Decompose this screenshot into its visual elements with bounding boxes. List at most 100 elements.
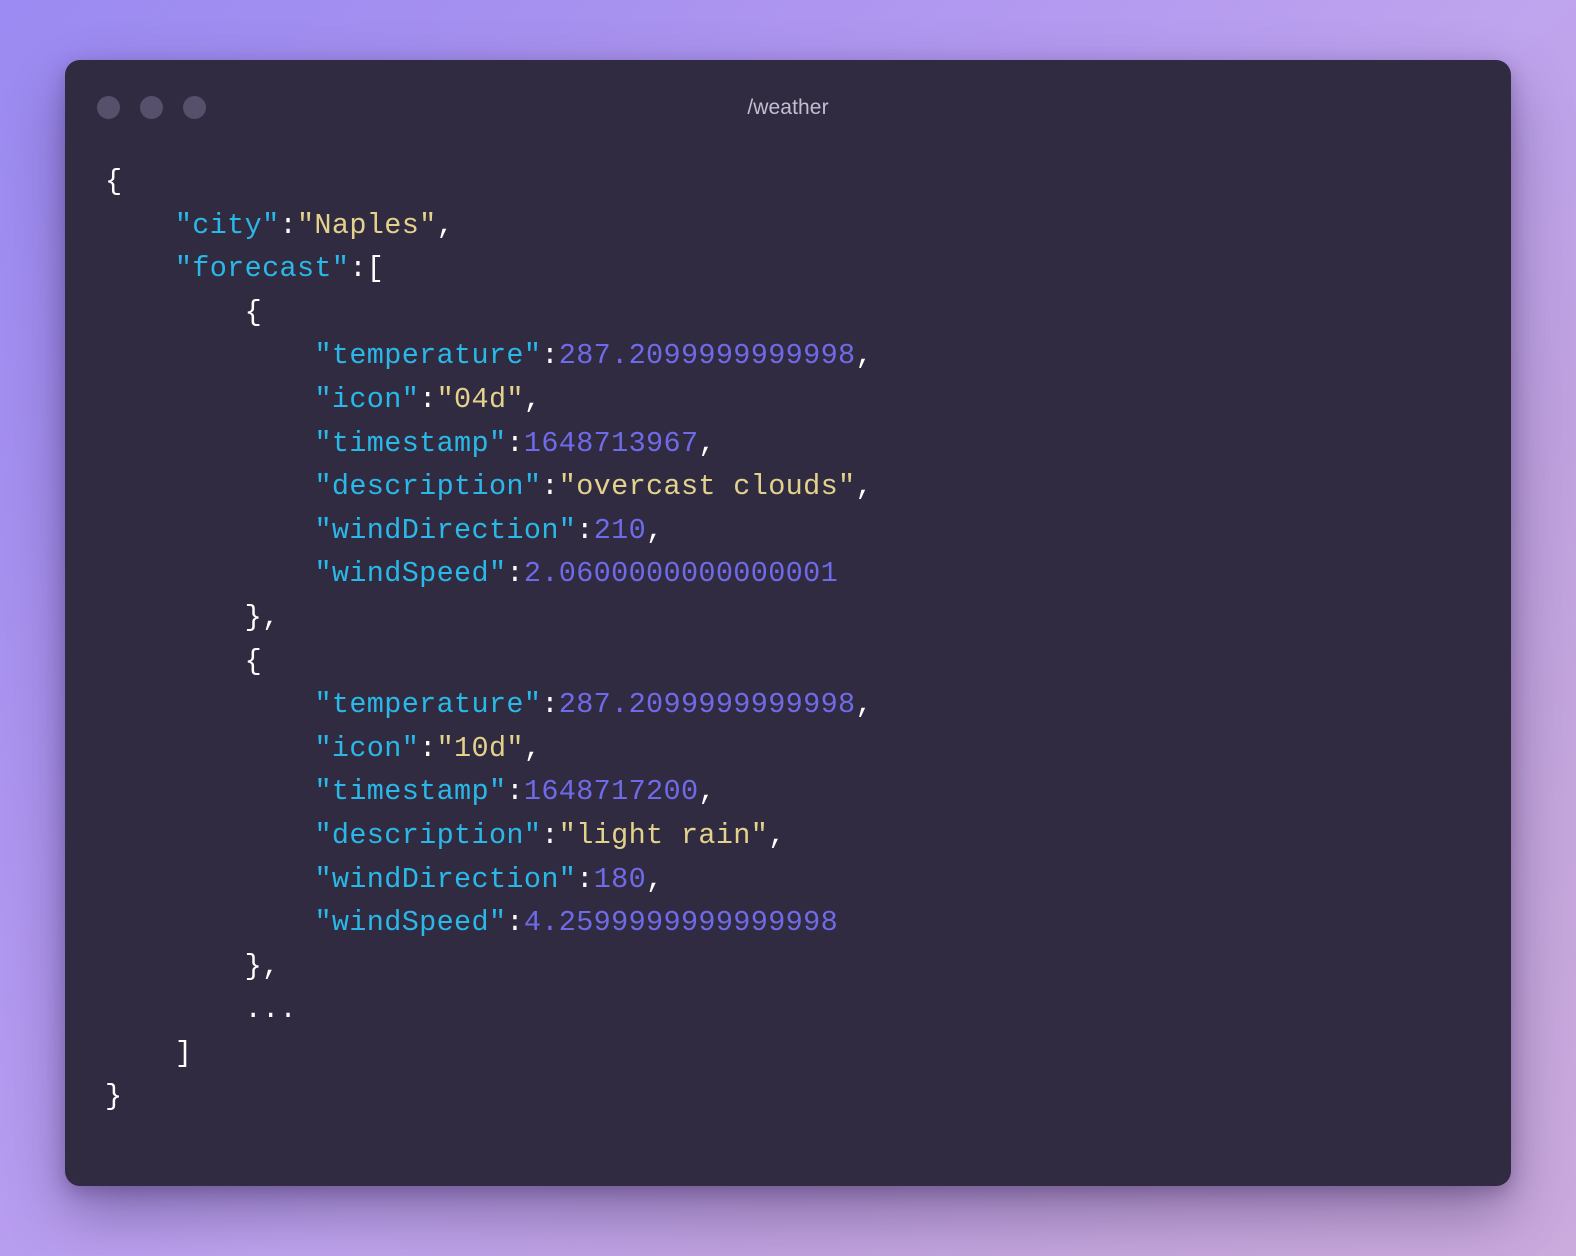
- code-token-key: "windDirection": [314, 513, 577, 547]
- code-line: },: [105, 596, 1511, 640]
- code-line: "description":"overcast clouds",: [105, 465, 1511, 509]
- code-line: "timestamp":1648717200,: [105, 770, 1511, 814]
- code-token-key: "temperature": [314, 339, 542, 373]
- code-line: {: [105, 291, 1511, 335]
- code-token-punc: {: [244, 295, 263, 329]
- code-token-key: "city": [174, 208, 280, 242]
- code-token-punc: ,: [855, 339, 873, 373]
- code-line: "city":"Naples",: [105, 204, 1511, 248]
- code-line: ...: [105, 988, 1511, 1032]
- code-token-punc: :: [279, 208, 297, 242]
- code-token-punc: ,: [768, 818, 786, 852]
- code-token-num: 210: [593, 513, 647, 547]
- window-titlebar[interactable]: /weather: [65, 60, 1511, 160]
- code-line: "windSpeed":4.2599999999999998: [105, 901, 1511, 945]
- code-token-str: "Naples": [296, 208, 437, 242]
- code-line: "windSpeed":2.0600000000000001: [105, 552, 1511, 596]
- code-token-punc: :: [506, 906, 524, 940]
- code-token-key: "temperature": [314, 688, 542, 722]
- code-token-punc: {: [244, 644, 263, 678]
- code-token-punc: },: [244, 600, 280, 634]
- code-token-key: "windSpeed": [314, 906, 507, 940]
- code-token-punc: :: [541, 470, 559, 504]
- json-code-block: { "city":"Naples", "forecast":[ { "tempe…: [65, 160, 1511, 1119]
- code-token-punc: :: [576, 862, 594, 896]
- code-token-punc: ,: [523, 731, 542, 765]
- code-token-key: "icon": [314, 731, 420, 765]
- code-line: "description":"light rain",: [105, 814, 1511, 858]
- window-title: /weather: [747, 96, 829, 119]
- code-token-num: 4.2599999999999998: [523, 906, 839, 940]
- code-line: "windDirection":180,: [105, 858, 1511, 902]
- code-token-key: "windSpeed": [314, 557, 507, 591]
- desktop-background: /weather { "city":"Naples", "forecast":[…: [0, 0, 1576, 1256]
- code-token-str: "10d": [436, 731, 524, 765]
- code-token-num: 287.2099999999998: [558, 339, 856, 373]
- code-token-key: "icon": [314, 382, 420, 416]
- code-token-punc: :: [506, 775, 524, 809]
- code-token-punc: :: [419, 731, 437, 765]
- code-line: "timestamp":1648713967,: [105, 422, 1511, 466]
- code-token-num: 1648717200: [523, 775, 699, 809]
- code-token-num: 287.2099999999998: [558, 688, 856, 722]
- code-token-punc: :: [419, 382, 437, 416]
- code-line: "temperature":287.2099999999998,: [105, 683, 1511, 727]
- code-token-key: "forecast": [174, 252, 350, 286]
- code-token-punc: }: [105, 1080, 123, 1114]
- code-token-str: "overcast clouds": [558, 470, 856, 504]
- code-token-punc: ,: [436, 208, 455, 242]
- code-token-punc: ,: [698, 426, 716, 460]
- code-token-punc: ,: [646, 513, 664, 547]
- code-line: "icon":"04d",: [105, 378, 1511, 422]
- code-token-punc: ]: [174, 1036, 193, 1070]
- code-token-punc: :[: [349, 252, 385, 286]
- code-line: }: [105, 1075, 1511, 1119]
- code-line: "windDirection":210,: [105, 509, 1511, 553]
- code-token-str: "04d": [436, 382, 524, 416]
- code-line: {: [105, 640, 1511, 684]
- code-line: ]: [105, 1032, 1511, 1076]
- code-token-punc: :: [541, 818, 559, 852]
- code-line: "temperature":287.2099999999998,: [105, 334, 1511, 378]
- code-line: {: [105, 160, 1511, 204]
- code-token-num: 1648713967: [523, 426, 699, 460]
- code-token-key: "timestamp": [314, 426, 507, 460]
- code-token-punc: :: [576, 513, 594, 547]
- code-token-punc: ,: [855, 688, 873, 722]
- code-token-key: "description": [314, 818, 542, 852]
- code-token-punc: :: [506, 426, 524, 460]
- code-token-str: "light rain": [558, 818, 769, 852]
- code-token-punc: ,: [646, 862, 664, 896]
- code-token-num: 2.0600000000000001: [523, 557, 839, 591]
- code-line: },: [105, 945, 1511, 989]
- code-token-key: "windDirection": [314, 862, 577, 896]
- code-token-dots: ...: [244, 993, 297, 1027]
- code-token-punc: ,: [698, 775, 716, 809]
- code-token-num: 180: [593, 862, 647, 896]
- code-token-punc: {: [105, 165, 123, 198]
- code-token-punc: },: [244, 949, 280, 983]
- code-token-punc: :: [541, 688, 559, 722]
- code-token-key: "description": [314, 470, 542, 504]
- code-token-punc: :: [506, 557, 524, 591]
- code-token-punc: ,: [855, 470, 873, 504]
- code-window: /weather { "city":"Naples", "forecast":[…: [65, 60, 1511, 1186]
- code-line: "forecast":[: [105, 247, 1511, 291]
